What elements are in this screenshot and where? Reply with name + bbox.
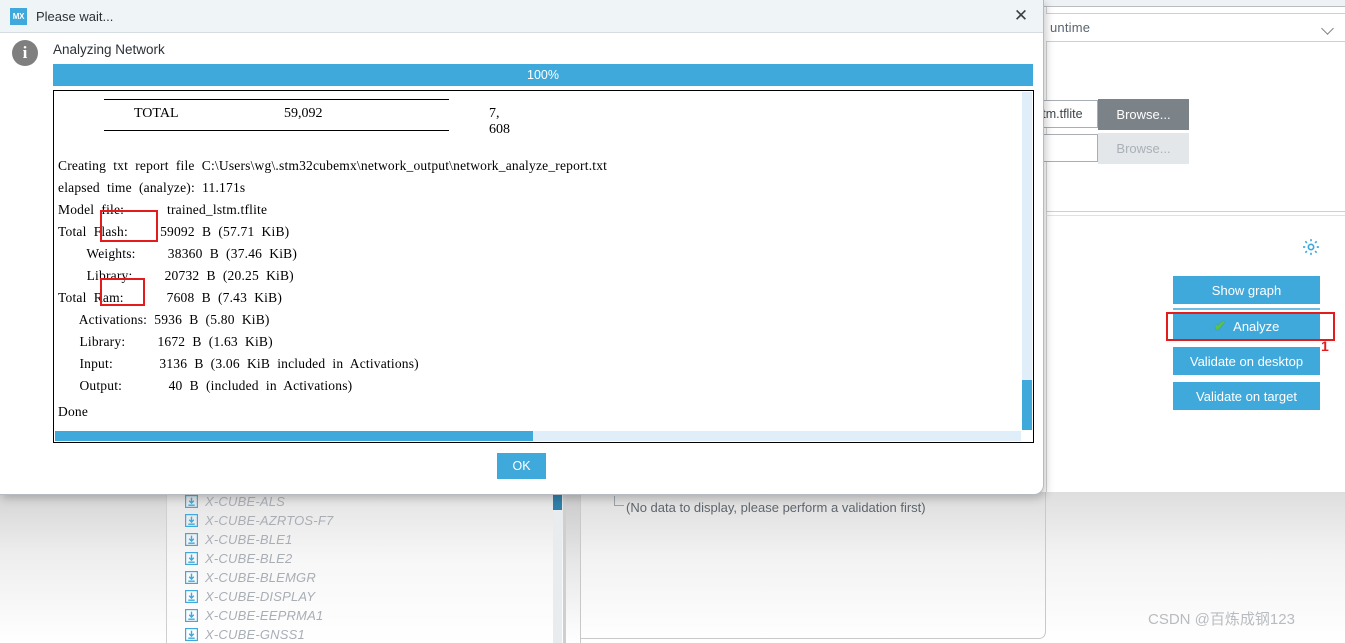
list-item-label: X-CUBE-GNSS1 — [205, 627, 305, 642]
log-output-content: TOTAL 59,092 7, 608 Creating txt report … — [54, 91, 1022, 431]
list-item-label: X-CUBE-ALS — [205, 494, 286, 509]
panel-splitter[interactable] — [566, 492, 580, 643]
app-logo-icon: MX — [10, 7, 27, 25]
list-item[interactable]: X-CUBE-DISPLAY — [167, 587, 566, 606]
tree-elbow-icon — [614, 496, 624, 506]
list-item[interactable]: X-CUBE-AZRTOS-F7 — [167, 511, 566, 530]
validate-on-desktop-button[interactable]: Validate on desktop — [1173, 347, 1320, 375]
check-mark-icon: ✔ — [1213, 317, 1227, 335]
component-list[interactable]: X-CUBE-ALS X-CUBE-AZRTOS-F7 X-CUBE-BLE1 … — [166, 492, 566, 643]
lower-left-gradient — [0, 492, 166, 643]
analyze-button[interactable]: ✔ Analyze — [1173, 312, 1320, 340]
summary-row-label: TOTAL — [134, 106, 179, 121]
list-item-label: X-CUBE-BLE1 — [205, 532, 293, 547]
log-lines: Creating txt report file C:\Users\wg\.st… — [58, 158, 608, 393]
list-item-label: X-CUBE-DISPLAY — [205, 589, 316, 604]
dialog-title-bar: MX Please wait... — [0, 0, 1043, 33]
browse-model-button[interactable]: Browse... — [1098, 99, 1189, 130]
validate-on-desktop-button-label: Validate on desktop — [1189, 353, 1304, 369]
show-graph-button[interactable]: Show graph — [1173, 276, 1320, 304]
log-vertical-scrollbar[interactable] — [1022, 92, 1032, 430]
summary-table-bottom-rule — [104, 130, 449, 131]
screen-root: untime stm.tflite Browse... Browse... Sh… — [0, 0, 1345, 643]
browse-secondary-button: Browse... — [1098, 133, 1189, 164]
analyze-button-highlight-line — [1173, 308, 1320, 310]
scrollbar-track-upper — [1022, 92, 1032, 380]
component-list-scrollbar[interactable] — [553, 492, 562, 643]
validation-empty-message: (No data to display, please perform a va… — [626, 500, 926, 515]
list-item[interactable]: X-CUBE-EEPRMA1 — [167, 606, 566, 625]
download-icon — [185, 552, 198, 565]
list-item[interactable]: X-CUBE-BLEMGR — [167, 568, 566, 587]
progress-bar: 100% — [53, 64, 1033, 86]
show-graph-button-label: Show graph — [1211, 282, 1282, 298]
download-icon — [185, 571, 198, 584]
annotation-number-1: 1 — [1321, 338, 1329, 354]
dialog-title: Please wait... — [36, 8, 114, 24]
ok-button[interactable]: OK — [497, 453, 546, 479]
progress-bar-label: 100% — [527, 68, 559, 82]
validation-output-inner: (No data to display, please perform a va… — [581, 492, 1046, 639]
list-item-label: X-CUBE-BLEMGR — [205, 570, 316, 585]
list-item-label: X-CUBE-AZRTOS-F7 — [205, 513, 334, 528]
close-icon[interactable]: ✕ — [1011, 6, 1031, 26]
list-item-label: X-CUBE-BLE2 — [205, 551, 293, 566]
gear-icon[interactable] — [1301, 237, 1321, 257]
watermark-text: CSDN @百炼成钢123 — [1148, 611, 1295, 628]
analyze-button-label: Analyze — [1233, 318, 1280, 334]
list-item-label: X-CUBE-EEPRMA1 — [205, 608, 324, 623]
dialog-heading: Analyzing Network — [53, 42, 165, 57]
table-row: TOTAL 59,092 7, 608 — [104, 100, 510, 137]
panel-divider-secondary — [1046, 215, 1345, 216]
log-done-line: Done — [58, 404, 89, 419]
scrollbar-thumb[interactable] — [55, 431, 533, 441]
validation-output-panel: (No data to display, please perform a va… — [580, 492, 1046, 643]
runtime-combobox-value: untime — [1050, 20, 1091, 35]
please-wait-dialog: MX Please wait... ✕ i Analyzing Network … — [0, 0, 1044, 495]
download-icon — [185, 514, 198, 527]
chevron-down-icon[interactable] — [1323, 23, 1335, 35]
download-icon — [185, 533, 198, 546]
log-complete-line: Analyze complete on AI model — [54, 423, 1022, 431]
scrollbar-thumb[interactable] — [1022, 380, 1032, 430]
download-icon — [185, 628, 198, 641]
summary-ram-value: 7, 608 — [489, 106, 510, 137]
download-icon — [185, 495, 198, 508]
summary-table: TOTAL 59,092 7, 608 — [104, 99, 510, 137]
summary-flash-value: 59,092 — [284, 106, 323, 121]
validate-on-target-button-label: Validate on target — [1196, 388, 1297, 404]
validate-on-target-button[interactable]: Validate on target — [1173, 382, 1320, 410]
log-horizontal-scrollbar[interactable] — [55, 431, 1021, 441]
list-item[interactable]: X-CUBE-GNSS1 — [167, 625, 566, 643]
runtime-combobox[interactable]: untime — [1046, 13, 1345, 42]
log-output-box[interactable]: TOTAL 59,092 7, 608 Creating txt report … — [53, 90, 1034, 443]
info-icon: i — [12, 40, 38, 66]
scrollbar-track — [553, 492, 562, 643]
list-item[interactable]: X-CUBE-BLE2 — [167, 549, 566, 568]
download-icon — [185, 609, 198, 622]
list-item[interactable]: X-CUBE-BLE1 — [167, 530, 566, 549]
download-icon — [185, 590, 198, 603]
panel-divider — [1046, 211, 1345, 212]
